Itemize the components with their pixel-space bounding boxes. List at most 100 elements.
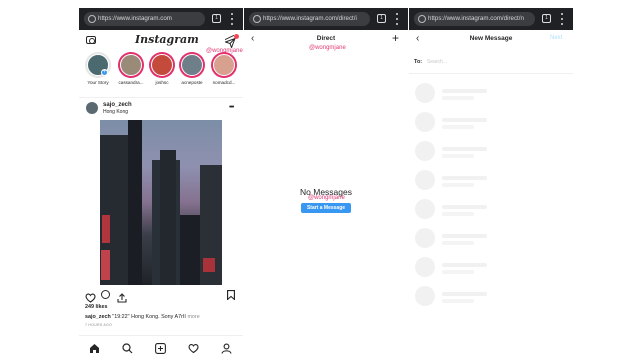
- browser-toolbar: https://www.instagram.com/direct/n 1: [409, 8, 573, 30]
- caption-username[interactable]: sajo_zech: [85, 314, 111, 320]
- loading-placeholder-row: [409, 255, 573, 281]
- story-item[interactable]: joshsc: [147, 52, 177, 85]
- address-bar[interactable]: https://www.instagram.com/direct/n: [414, 12, 535, 26]
- story-item[interactable]: nomadcd...: [209, 52, 239, 85]
- three-screenshot-stage: https://www.instagram.com 1 Instagram @w…: [0, 0, 640, 360]
- loading-placeholder-row: [409, 197, 573, 223]
- like-count[interactable]: 249 likes: [85, 304, 107, 310]
- story-name: cassandra...: [118, 80, 144, 85]
- placeholder-line: [442, 125, 474, 129]
- new-message-header: ‹ New Message Next: [409, 30, 573, 48]
- neon-sign: [203, 258, 215, 272]
- recipient-search-input[interactable]: [427, 57, 557, 67]
- loading-placeholder-row: [409, 284, 573, 310]
- placeholder-line: [442, 212, 474, 216]
- placeholder-line: [442, 176, 487, 180]
- tabs-count-icon[interactable]: 1: [377, 14, 386, 23]
- loading-placeholder-row: [409, 139, 573, 165]
- story-item[interactable]: acneposte: [177, 52, 207, 85]
- tabs-count-icon[interactable]: 1: [542, 14, 551, 23]
- add-story-icon: +: [101, 69, 108, 76]
- story-ring: [179, 52, 205, 78]
- browser-menu-icon[interactable]: [230, 13, 234, 25]
- tabs-count-icon[interactable]: 1: [212, 14, 221, 23]
- building-shape: [128, 120, 142, 285]
- placeholder-line: [442, 234, 487, 238]
- heart-icon[interactable]: [85, 290, 96, 303]
- browser-menu-icon[interactable]: [560, 13, 564, 25]
- search-icon[interactable]: [122, 341, 133, 354]
- new-message-plus-icon[interactable]: +: [392, 31, 399, 45]
- post-location[interactable]: Hong Kong: [103, 109, 128, 115]
- story-ring: [118, 52, 144, 78]
- comment-icon[interactable]: [101, 290, 110, 299]
- placeholder-line: [442, 96, 474, 100]
- start-message-button[interactable]: Start a Message: [301, 203, 351, 213]
- story-name: joshsc: [155, 80, 169, 85]
- home-icon[interactable]: [89, 341, 100, 353]
- direct-title: Direct: [316, 35, 336, 42]
- placeholder-avatar: [415, 228, 435, 248]
- placeholder-line: [442, 154, 474, 158]
- loading-placeholder-row: [409, 81, 573, 107]
- profile-icon[interactable]: [221, 341, 232, 354]
- avatar: [181, 54, 203, 76]
- avatar: [120, 54, 142, 76]
- watermark: @wongmjane: [309, 45, 346, 51]
- info-icon: [418, 15, 426, 23]
- story-name: nomadcd...: [212, 80, 236, 85]
- caption-more-link[interactable]: more: [187, 314, 199, 320]
- stories-tray: + Your Story cassandra... joshsc acnepos…: [79, 52, 243, 98]
- avatar: [213, 54, 235, 76]
- new-message-title: New Message: [469, 35, 513, 42]
- feed-screen: https://www.instagram.com 1 Instagram @w…: [79, 8, 243, 360]
- instagram-header: Instagram @wongmjane: [79, 30, 243, 54]
- placeholder-avatar: [415, 257, 435, 277]
- placeholder-line: [442, 241, 474, 245]
- placeholder-avatar: [415, 112, 435, 132]
- address-bar[interactable]: https://www.instagram.com: [84, 12, 205, 26]
- building-shape: [180, 215, 202, 285]
- building-shape: [160, 150, 176, 285]
- post-timestamp: 7 HOURS AGO: [85, 323, 112, 327]
- bottom-navigation: [79, 335, 243, 355]
- more-options-icon[interactable]: •••: [229, 104, 234, 111]
- activity-heart-icon[interactable]: [188, 341, 199, 354]
- url-text: https://www.instagram.com: [98, 15, 172, 22]
- direct-screen: https://www.instagram.com/direct/i 1 ‹ D…: [244, 8, 408, 360]
- browser-toolbar: https://www.instagram.com/direct/i 1: [244, 8, 408, 30]
- story-item[interactable]: + Your Story: [83, 52, 113, 85]
- neon-sign: [102, 215, 110, 243]
- placeholder-line: [442, 183, 474, 187]
- neon-sign: [101, 250, 110, 280]
- placeholder-line: [442, 205, 487, 209]
- address-bar[interactable]: https://www.instagram.com/direct/i: [249, 12, 370, 26]
- next-button[interactable]: Next: [550, 35, 562, 41]
- camera-icon[interactable]: [86, 36, 96, 44]
- post-caption: sajo_zech "19:22" Hong Kong. Sony A7rII …: [85, 314, 200, 320]
- story-ring: [149, 52, 175, 78]
- placeholder-line: [442, 292, 487, 296]
- placeholder-line: [442, 89, 487, 93]
- post-author-avatar[interactable]: [86, 102, 98, 114]
- browser-menu-icon[interactable]: [395, 13, 399, 25]
- post-username[interactable]: sajo_zech: [103, 102, 132, 108]
- share-icon[interactable]: [117, 290, 127, 303]
- story-item[interactable]: cassandra...: [116, 52, 146, 85]
- url-text: https://www.instagram.com/direct/n: [428, 15, 524, 22]
- placeholder-avatar: [415, 170, 435, 190]
- placeholder-line: [442, 270, 474, 274]
- post-actions: [79, 288, 243, 303]
- bookmark-icon[interactable]: [227, 290, 235, 300]
- placeholder-line: [442, 118, 487, 122]
- placeholder-line: [442, 147, 487, 151]
- post-photo[interactable]: [100, 120, 222, 285]
- post-header: sajo_zech Hong Kong •••: [79, 100, 243, 116]
- loading-placeholder-row: [409, 168, 573, 194]
- new-post-icon[interactable]: [155, 341, 166, 354]
- avatar: [151, 54, 173, 76]
- placeholder-line: [442, 263, 487, 267]
- browser-toolbar: https://www.instagram.com 1: [79, 8, 243, 30]
- to-label: To:: [414, 59, 423, 65]
- placeholder-avatar: [415, 286, 435, 306]
